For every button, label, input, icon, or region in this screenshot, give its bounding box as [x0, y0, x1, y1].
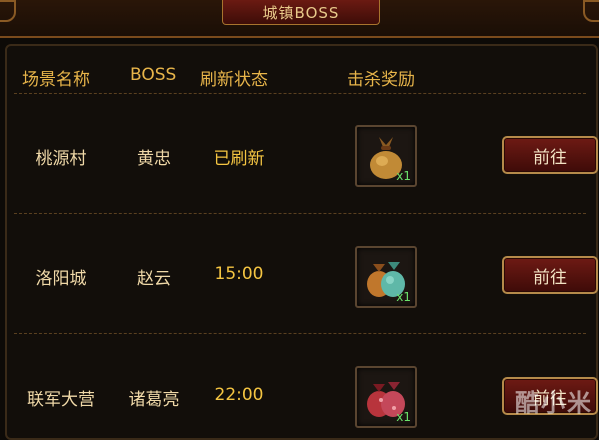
header-boss: BOSS [130, 65, 177, 85]
reward-qty: x1 [396, 290, 411, 304]
reward-qty: x1 [396, 169, 411, 183]
header-reward: 击杀奖励 [347, 70, 415, 90]
refresh-status: 15:00 [214, 264, 264, 284]
table-header: 场景名称 BOSS 刷新状态 击杀奖励 [0, 65, 599, 90]
frame-corner-right [583, 0, 599, 22]
reward-qty: x1 [396, 410, 411, 424]
refresh-status: 22:00 [214, 385, 264, 405]
window-title: 城镇BOSS [222, 0, 380, 25]
boss-name: 赵云 [137, 269, 171, 289]
row-divider [14, 213, 586, 214]
row-divider [14, 333, 586, 334]
reward-slot[interactable]: x1 [355, 366, 417, 428]
scene-name: 联军大营 [27, 390, 95, 410]
scene-name: 桃源村 [35, 149, 87, 169]
frame-corner-left [0, 0, 16, 22]
row-divider [14, 93, 586, 94]
watermark: 酷小米 [515, 389, 593, 417]
reward-slot[interactable]: x1 [355, 246, 417, 308]
top-frame: 城镇BOSS [0, 0, 599, 38]
scene-name: 洛阳城 [35, 269, 87, 289]
refresh-status: 已刷新 [213, 149, 265, 169]
header-status: 刷新状态 [200, 70, 268, 90]
reward-slot[interactable]: x1 [355, 125, 417, 187]
goto-button[interactable]: 前往 [502, 136, 598, 174]
boss-name: 黄忠 [137, 149, 171, 169]
goto-button[interactable]: 前往 [502, 256, 598, 294]
boss-name: 诸葛亮 [128, 390, 180, 410]
header-scene: 场景名称 [22, 70, 90, 90]
